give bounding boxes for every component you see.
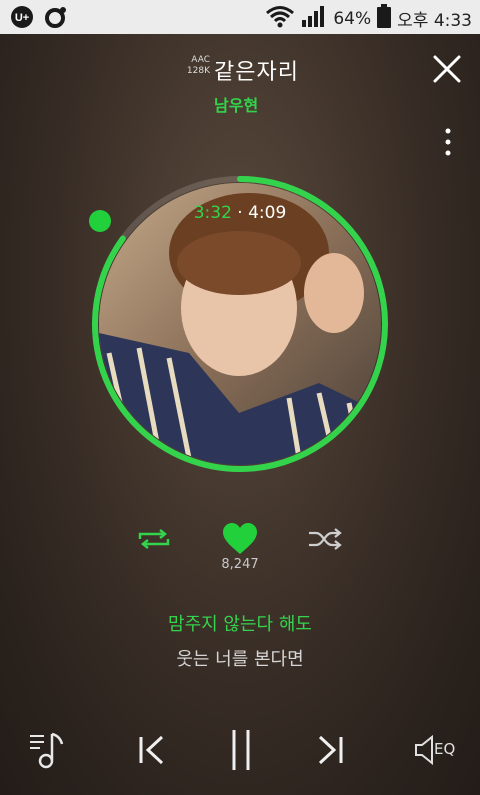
album-art-illustration	[99, 183, 381, 465]
speaker-icon	[415, 734, 433, 766]
like-count: 8,247	[221, 557, 259, 572]
repeat-button[interactable]	[136, 527, 172, 551]
signal-icon	[301, 4, 327, 33]
status-bar-left: U+	[10, 5, 68, 33]
close-icon	[433, 55, 461, 83]
shuffle-button[interactable]	[307, 527, 343, 551]
playlist-icon	[30, 732, 64, 769]
codec-badge: AAC 128K	[176, 55, 210, 77]
album-disc[interactable]: 3:32 · 4:09	[90, 174, 390, 474]
time-separator: ·	[237, 203, 243, 223]
album-art	[99, 183, 381, 465]
codec-label: AAC	[191, 55, 210, 65]
status-bar-right: 64% 오후 4:33	[265, 4, 472, 33]
previous-button[interactable]	[136, 734, 168, 766]
total-time: 4:09	[248, 203, 287, 223]
like-button[interactable]	[221, 522, 259, 556]
svg-text:U+: U+	[15, 12, 29, 24]
shuffle-icon	[309, 528, 342, 550]
next-button[interactable]	[314, 734, 346, 766]
playlist-button[interactable]	[28, 730, 68, 770]
progress-knob[interactable]	[89, 210, 111, 232]
eq-label: EQ	[434, 740, 456, 758]
battery-icon	[377, 4, 392, 33]
heart-icon	[223, 523, 257, 554]
lyric-next-line[interactable]: 웃는 너를 본다면	[0, 645, 480, 671]
battery-percent: 64%	[333, 8, 372, 29]
close-button[interactable]	[432, 54, 462, 84]
pause-icon	[232, 730, 250, 770]
current-time: 3:32	[193, 203, 232, 223]
status-time: 오후 4:33	[397, 11, 472, 31]
repeat-icon	[138, 529, 170, 549]
pause-button[interactable]	[226, 728, 256, 772]
artist-name[interactable]: 남우현	[214, 92, 258, 116]
time-display: 3:32 · 4:09	[90, 203, 390, 223]
status-bar: U+ 64% 오후 4:33	[0, 0, 480, 34]
wifi-icon	[265, 4, 295, 33]
next-icon	[318, 735, 343, 765]
more-vertical-icon	[445, 128, 451, 156]
ring-icon	[44, 5, 68, 33]
bitrate-label: 128K	[186, 66, 210, 76]
u-plus-icon: U+	[10, 5, 34, 33]
song-title: 같은자리	[214, 60, 299, 85]
equalizer-button[interactable]: EQ	[414, 732, 460, 768]
lyric-current-line[interactable]: 맘주지 않는다 해도	[0, 610, 480, 636]
more-options-button[interactable]	[440, 125, 456, 159]
previous-icon	[139, 735, 164, 765]
